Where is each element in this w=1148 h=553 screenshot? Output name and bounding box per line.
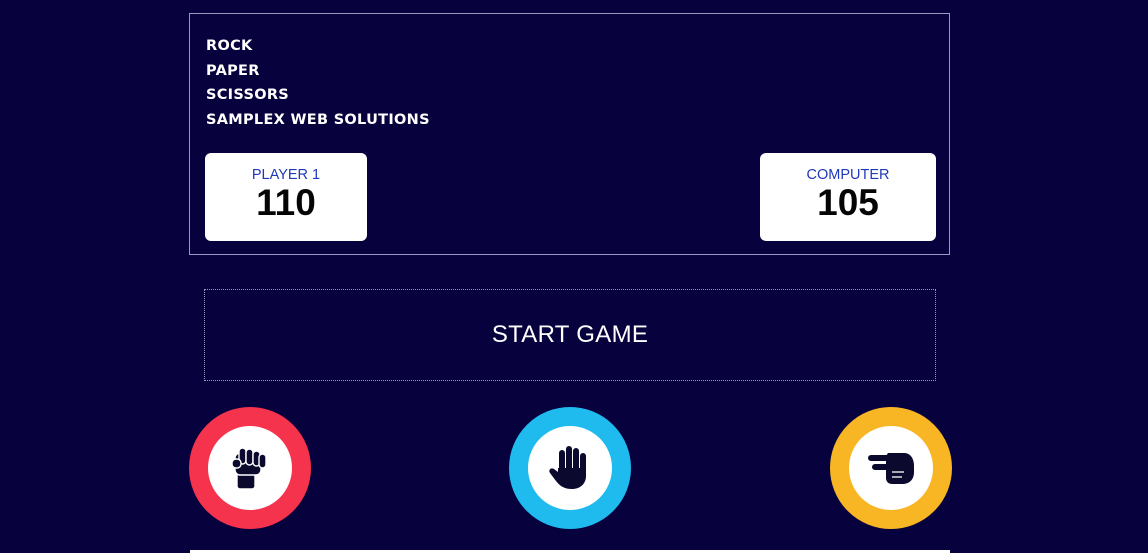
title-line-paper: PAPER xyxy=(206,62,260,79)
computer-score: 105 xyxy=(817,182,879,223)
fist-icon xyxy=(230,445,270,491)
player-score: 110 xyxy=(256,182,316,223)
title-panel: ROCK PAPER SCISSORS SAMPLEX WEB SOLUTION… xyxy=(189,13,950,255)
player-score-card: PLAYER 1 110 xyxy=(205,153,367,241)
start-game-button[interactable]: START GAME xyxy=(204,289,936,381)
title-line-brand: SAMPLEX WEB SOLUTIONS xyxy=(206,111,430,128)
open-hand-icon xyxy=(546,444,594,492)
title-line-rock: ROCK xyxy=(206,38,253,54)
title-line-scissors: SCISSORS xyxy=(206,87,290,103)
computer-score-card: COMPUTER 105 xyxy=(760,153,936,241)
scissors-choice-button[interactable] xyxy=(830,407,952,529)
rock-choice-button[interactable] xyxy=(189,407,311,529)
player-label: PLAYER 1 xyxy=(251,167,321,183)
paper-choice-button[interactable] xyxy=(509,407,631,529)
two-finger-hand-icon xyxy=(866,448,916,488)
title-lines: ROCK PAPER SCISSORS SAMPLEX WEB SOLUTION… xyxy=(206,34,430,132)
computer-label: COMPUTER xyxy=(806,167,890,183)
